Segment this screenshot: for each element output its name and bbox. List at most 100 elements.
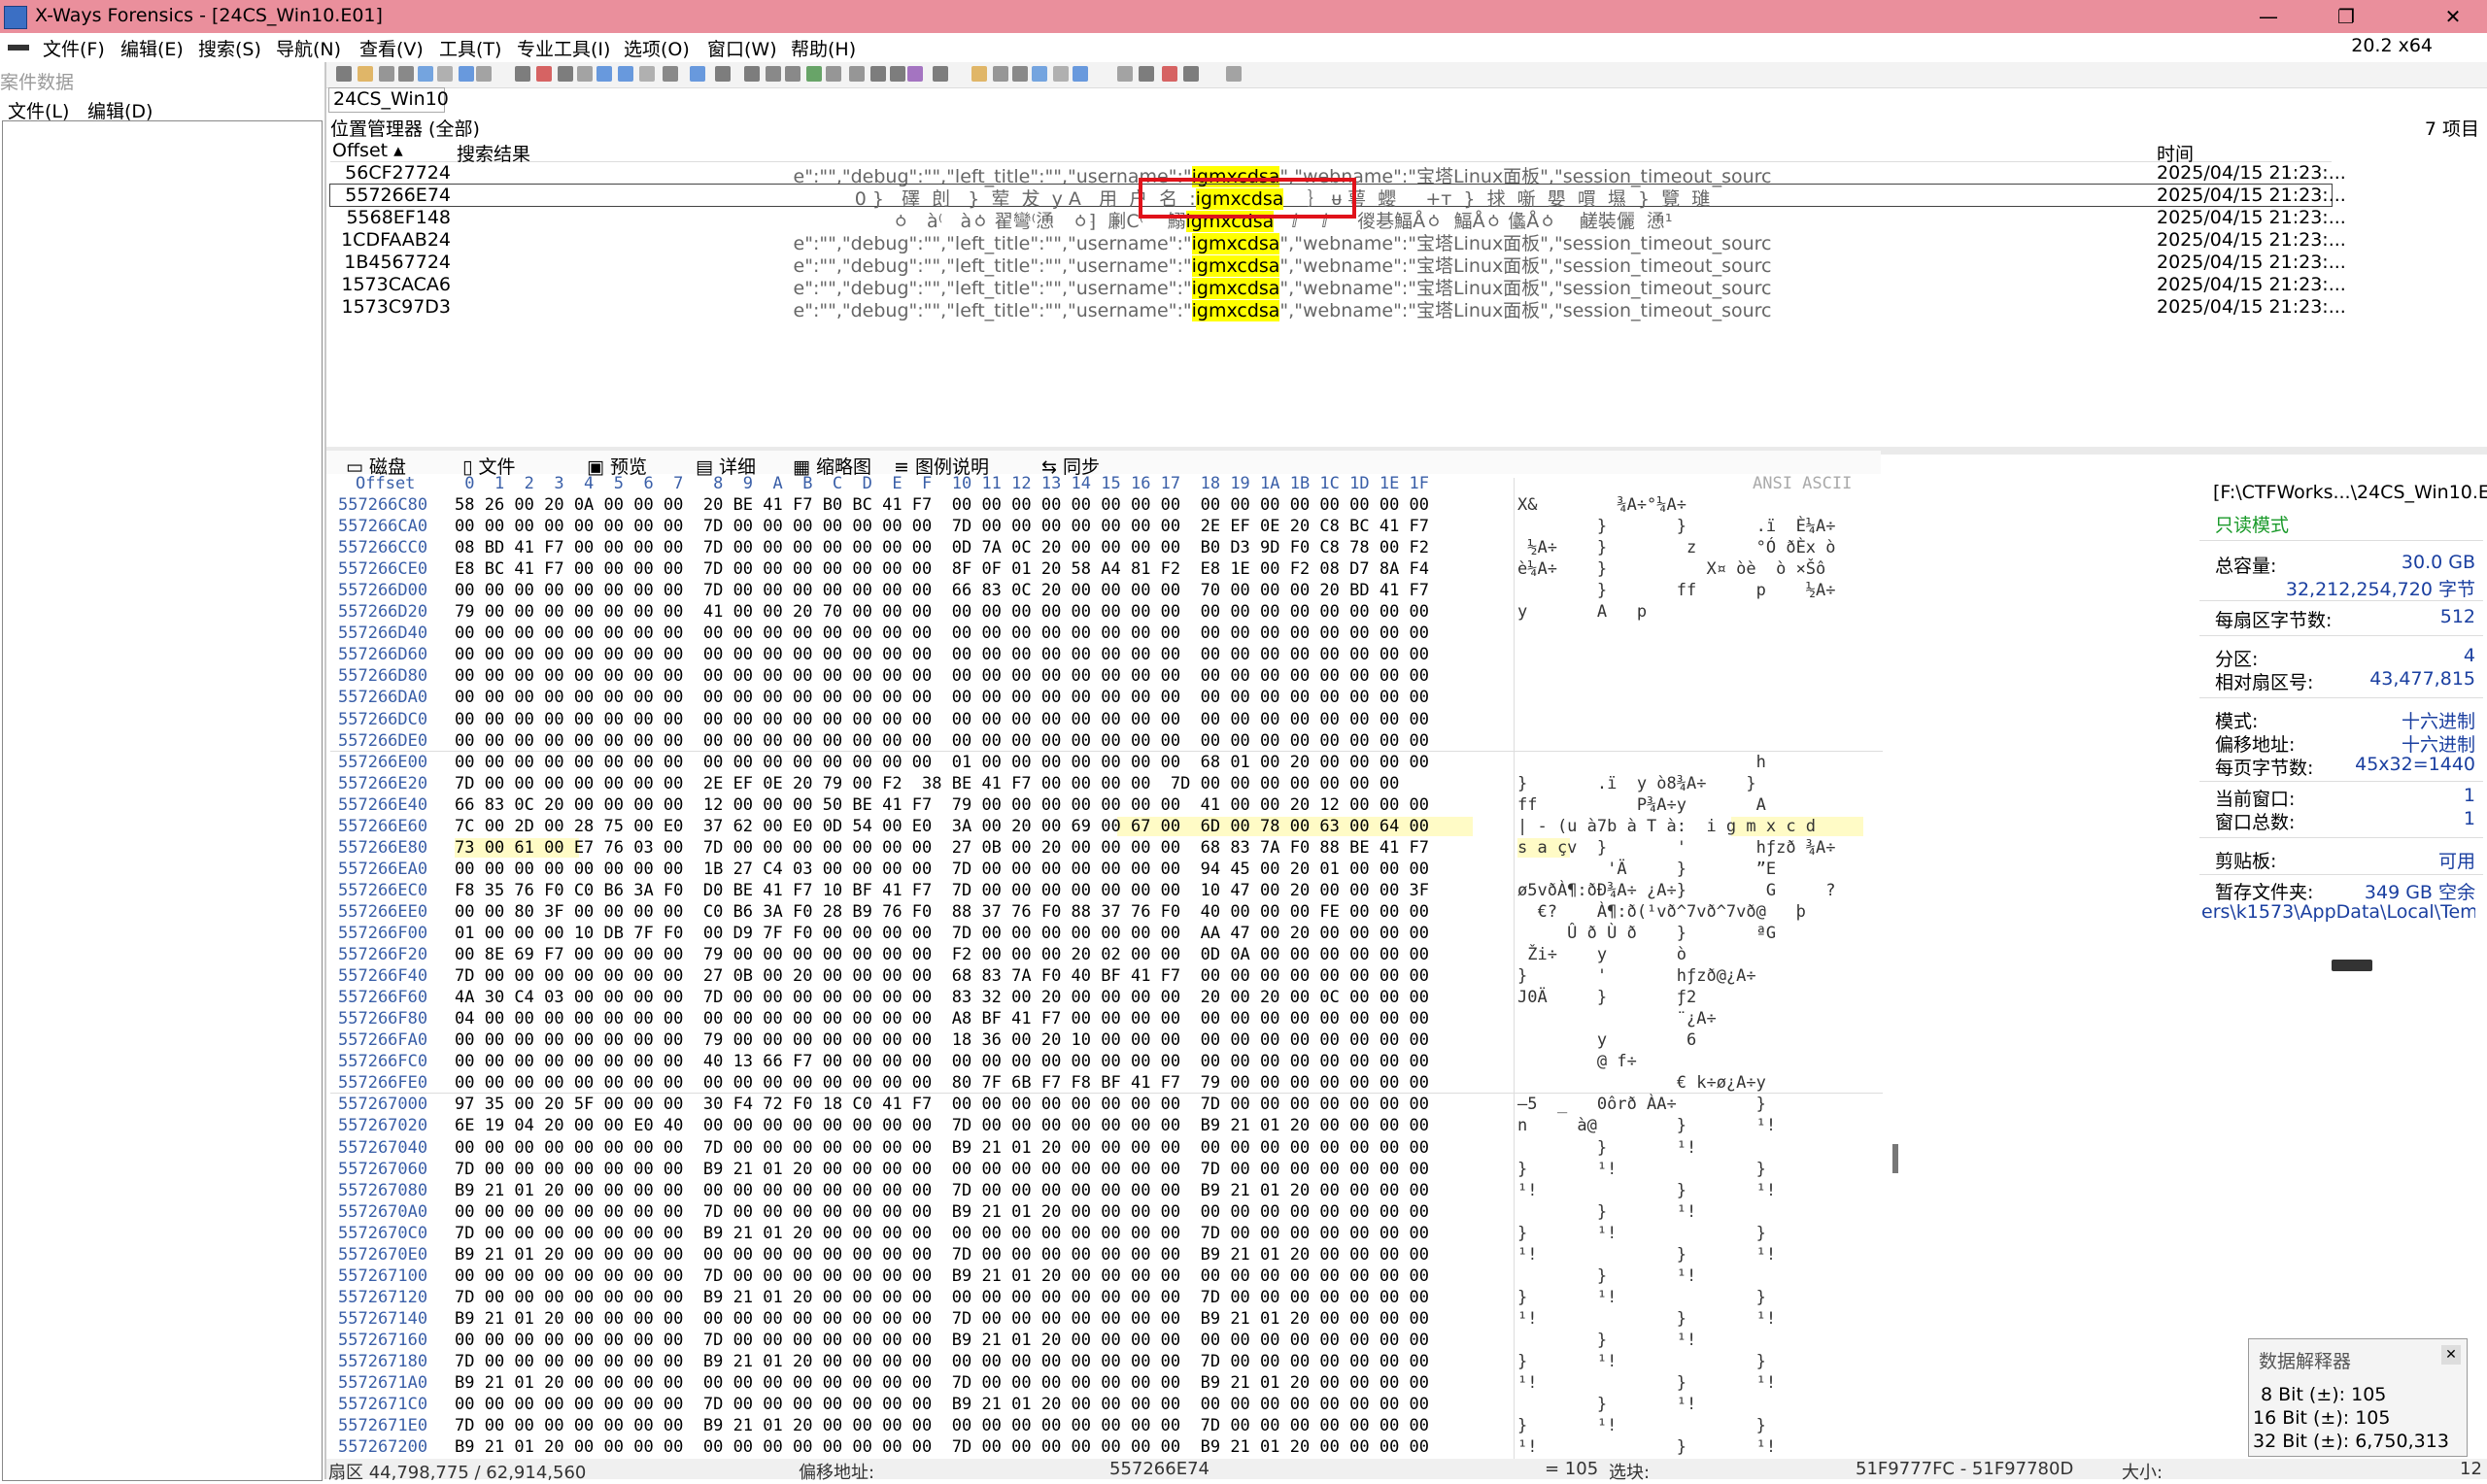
hex-row-bytes[interactable]: 7D 00 00 00 00 00 00 00 2E EF 0E 20 79 0… <box>455 774 1399 793</box>
hex-row-offset[interactable]: 557266F20 <box>338 945 427 964</box>
hex-row-text[interactable]: Û ð Ù ð } ªG <box>1517 924 1776 943</box>
toolbar-button-icon[interactable] <box>379 66 394 82</box>
hex-row-text[interactable]: n à@ } ¹! <box>1517 1116 1776 1135</box>
bytes-per-page-value[interactable]: 45x32=1440 <box>2355 754 2475 775</box>
hex-row-offset[interactable]: 557266E80 <box>338 838 427 858</box>
toolbar-button-icon[interactable] <box>907 66 923 82</box>
hex-row-text[interactable]: ¹! } ¹! <box>1517 1245 1776 1265</box>
toolbar-button-icon[interactable] <box>993 66 1008 82</box>
hex-row-text[interactable]: @ f÷ <box>1517 1052 1637 1071</box>
toolbar-button-icon[interactable] <box>849 66 865 82</box>
hex-row-bytes[interactable]: 01 00 00 00 10 DB 7F F0 00 D9 7F F0 00 0… <box>455 924 1429 943</box>
result-row[interactable]: 1B4567724 e":"","debug":"","left_title":"… <box>330 252 2332 273</box>
toolbar-button-icon[interactable] <box>536 66 552 82</box>
toolbar-button-icon[interactable] <box>890 66 905 82</box>
hex-row-text[interactable]: y 6 <box>1517 1030 1696 1050</box>
hex-row-bytes[interactable]: E8 BC 41 F7 00 00 00 00 7D 00 00 00 00 0… <box>455 559 1429 579</box>
hex-row-offset[interactable]: 557266D40 <box>338 624 427 643</box>
hex-row-bytes[interactable]: 79 00 00 00 00 00 00 00 41 00 00 20 70 0… <box>455 602 1429 622</box>
hex-row-bytes[interactable]: 08 BD 41 F7 00 00 00 00 7D 00 00 00 00 0… <box>455 538 1429 557</box>
hex-row-bytes[interactable]: 00 00 00 00 00 00 00 00 00 00 00 00 00 0… <box>455 710 1429 729</box>
case-tree[interactable] <box>2 120 323 1481</box>
hex-row-text[interactable]: h <box>1517 753 1766 772</box>
hex-row-bytes[interactable]: 00 00 00 00 00 00 00 00 40 13 66 F7 00 0… <box>455 1052 1429 1071</box>
hex-row-offset[interactable]: 557266FE0 <box>338 1073 427 1093</box>
toolbar-button-icon[interactable] <box>1226 66 1242 82</box>
hex-row-offset[interactable]: 557267180 <box>338 1352 427 1371</box>
hex-row-bytes[interactable]: 7C 00 2D 00 28 75 00 E0 37 62 00 E0 0D 5… <box>455 817 1429 836</box>
toolbar-button-icon[interactable] <box>806 66 822 82</box>
hex-row-bytes[interactable]: 00 00 00 00 00 00 00 00 7D 00 00 00 00 0… <box>455 1202 1429 1222</box>
hex-row-text[interactable]: ¹! } ¹! <box>1517 1181 1776 1200</box>
tab-24cs-win10[interactable]: 24CS_Win10 <box>328 87 445 113</box>
hex-row-offset[interactable]: 557266E60 <box>338 817 427 836</box>
hex-row-bytes[interactable]: B9 21 01 20 00 00 00 00 00 00 00 00 00 0… <box>455 1373 1429 1393</box>
offset-addr-value[interactable]: 十六进制 <box>2402 730 2475 757</box>
hex-row-text[interactable]: } ¹! } <box>1517 1160 1766 1179</box>
hex-row-bytes[interactable]: B9 21 01 20 00 00 00 00 00 00 00 00 00 0… <box>455 1437 1429 1457</box>
hex-row-offset[interactable]: 557266DE0 <box>338 731 427 751</box>
hex-row-offset[interactable]: 5572670C0 <box>338 1224 427 1243</box>
hex-row-text[interactable]: } ¹! <box>1517 1202 1696 1222</box>
hex-row-offset[interactable]: 557266F80 <box>338 1009 427 1029</box>
hex-row-offset[interactable]: 557267060 <box>338 1160 427 1179</box>
hex-row-bytes[interactable]: 00 00 00 00 00 00 00 00 00 00 00 00 00 0… <box>455 666 1429 686</box>
hex-row-text[interactable]: ¹! } ¹! <box>1517 1373 1776 1393</box>
hex-row-bytes[interactable]: 7D 00 00 00 00 00 00 00 B9 21 01 20 00 0… <box>455 1288 1429 1307</box>
hex-row-text[interactable]: 'Ä } ”E <box>1517 860 1776 879</box>
case-menu-file[interactable]: 文件(L) <box>8 97 69 123</box>
menu-options[interactable]: 选项(O) <box>624 35 690 61</box>
hex-row-offset[interactable]: 557266E00 <box>338 753 427 772</box>
hex-row-text[interactable]: ¹! } ¹! <box>1517 1309 1776 1329</box>
hex-row-text[interactable]: X& ¾A÷°¼A÷ <box>1517 495 1686 515</box>
hex-row-offset[interactable]: 557266CA0 <box>338 517 427 536</box>
toolbar-button-icon[interactable] <box>476 66 492 82</box>
minimize-icon[interactable]: — <box>2234 0 2302 33</box>
hex-row-bytes[interactable]: B9 21 01 20 00 00 00 00 00 00 00 00 00 0… <box>455 1245 1429 1265</box>
hex-row-offset[interactable]: 557266FC0 <box>338 1052 427 1071</box>
hex-row-offset[interactable]: 5572671E0 <box>338 1416 427 1435</box>
hex-row-bytes[interactable]: 58 26 00 20 0A 00 00 00 20 BE 41 F7 B0 B… <box>455 495 1429 515</box>
hex-row-offset[interactable]: 557267200 <box>338 1437 427 1457</box>
hex-row-text[interactable]: è¼A÷ } X¤ òè ò ×Šô <box>1517 559 1825 579</box>
toolbar-button-icon[interactable] <box>618 66 633 82</box>
hex-row-offset[interactable]: 557266EE0 <box>338 902 427 922</box>
result-row[interactable]: 1573C97D3 e":"","debug":"","left_title":"… <box>330 296 2332 318</box>
toolbar-button-icon[interactable] <box>639 66 655 82</box>
close-icon[interactable]: ✕ <box>2441 1345 2461 1365</box>
hex-row-offset[interactable]: 557267120 <box>338 1288 427 1307</box>
hex-row-bytes[interactable]: 00 00 00 00 00 00 00 00 00 00 00 00 00 0… <box>455 731 1429 751</box>
hex-row-bytes[interactable]: 00 00 00 00 00 00 00 00 7D 00 00 00 00 0… <box>455 1138 1429 1158</box>
mode-value[interactable]: 十六进制 <box>2402 707 2475 733</box>
menu-file[interactable]: 文件(F) <box>43 35 105 61</box>
toolbar-button-icon[interactable] <box>1162 66 1177 82</box>
toolbar-button-icon[interactable] <box>437 66 453 82</box>
hex-row-offset[interactable]: 557267040 <box>338 1138 427 1158</box>
hex-row-text[interactable]: y A p <box>1517 602 1647 622</box>
hex-row-offset[interactable]: 557267000 <box>338 1095 427 1114</box>
toolbar-button-icon[interactable] <box>1073 66 1088 82</box>
hex-row-text[interactable]: Ži÷ y ò <box>1517 945 1686 964</box>
hex-row-bytes[interactable]: 73 00 61 00 E7 76 03 00 7D 00 00 00 00 0… <box>455 838 1429 858</box>
hex-row-bytes[interactable]: 00 8E 69 F7 00 00 00 00 79 00 00 00 00 0… <box>455 945 1429 964</box>
hex-row-text[interactable]: } ' hƒzð@¿A÷ <box>1517 966 1756 986</box>
hex-row-text[interactable]: —5 _ 0ôrð ÀA÷ } <box>1517 1095 1766 1114</box>
hex-row-text[interactable]: } ff p ½A÷ <box>1517 581 1836 600</box>
menu-specialist[interactable]: 专业工具(I) <box>517 35 610 61</box>
hex-row-offset[interactable]: 5572670E0 <box>338 1245 427 1265</box>
hex-row-text[interactable]: } ¹! } <box>1517 1352 1766 1371</box>
menu-window[interactable]: 窗口(W) <box>707 35 777 61</box>
toolbar-button-icon[interactable] <box>785 66 801 82</box>
hex-row-bytes[interactable]: 00 00 00 00 00 00 00 00 7D 00 00 00 00 0… <box>455 581 1429 600</box>
menu-navigate[interactable]: 导航(N) <box>276 35 341 61</box>
hex-row-offset[interactable]: 5572671A0 <box>338 1373 427 1393</box>
close-icon[interactable]: ✕ <box>2419 0 2487 33</box>
toolbar-button-icon[interactable] <box>933 66 948 82</box>
hex-row-bytes[interactable]: 00 00 00 00 00 00 00 00 00 00 00 00 00 0… <box>455 1073 1429 1093</box>
hex-row-text[interactable]: } ¹! <box>1517 1331 1696 1350</box>
hex-row-text[interactable]: } ¹! <box>1517 1266 1696 1286</box>
hex-row-bytes[interactable]: 00 00 00 00 00 00 00 00 00 00 00 00 00 0… <box>455 688 1429 707</box>
hex-row-offset[interactable]: 557266E20 <box>338 774 427 793</box>
toolbar-button-icon[interactable] <box>459 66 474 82</box>
toolbar-button-icon[interactable] <box>1117 66 1133 82</box>
